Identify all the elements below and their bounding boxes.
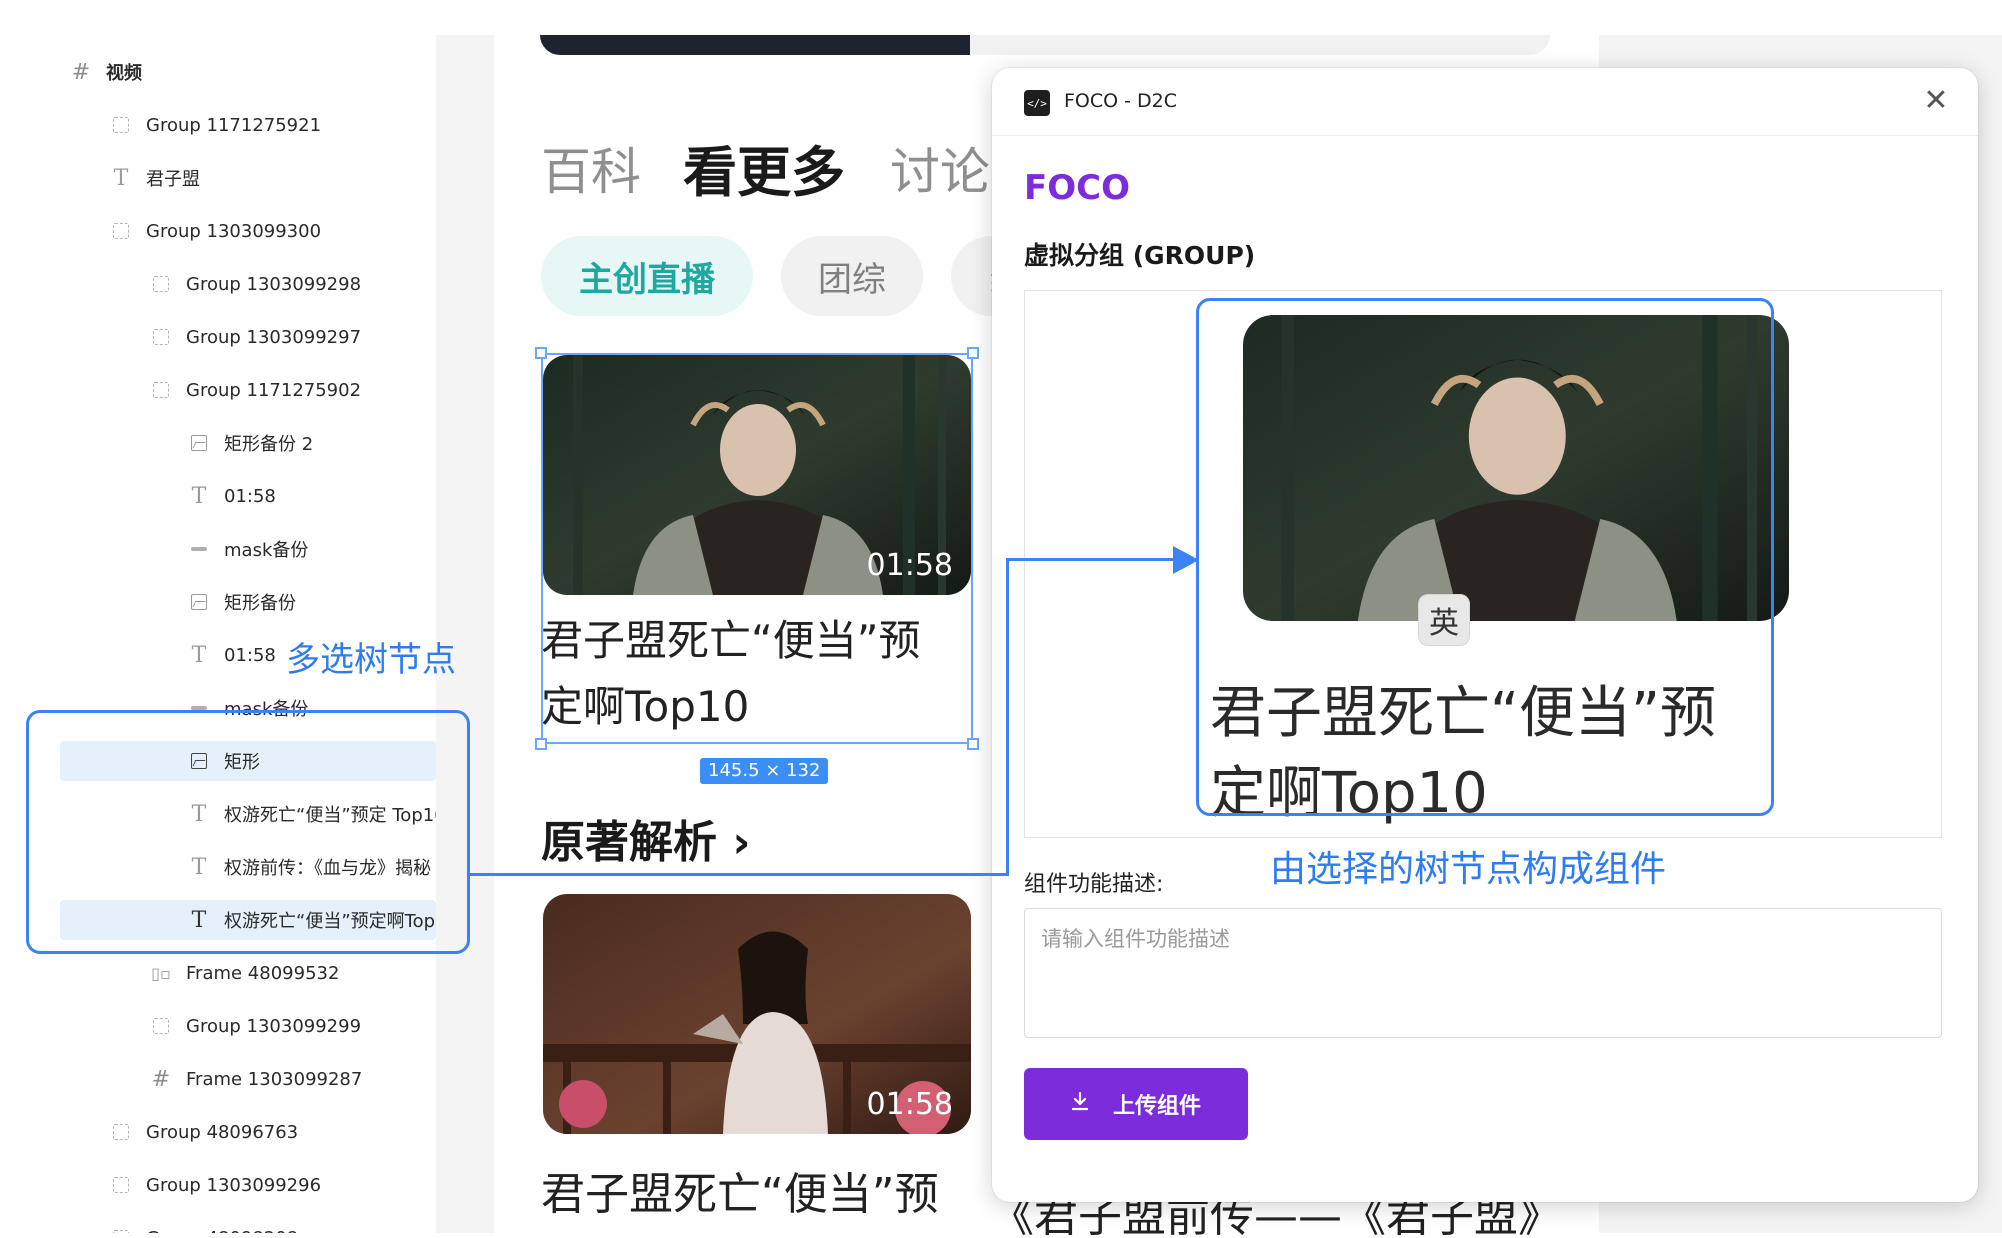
- layer-tree-item[interactable]: Group 48098208: [0, 1218, 436, 1233]
- layer-tree-item-label: 矩形备份 2: [224, 434, 314, 455]
- resize-handle-br[interactable]: [967, 738, 979, 750]
- layer-tree-item[interactable]: Group 1171275902: [0, 370, 436, 410]
- tab-kangengduo[interactable]: 看更多: [683, 128, 845, 207]
- upload-component-label: 上传组件: [1112, 1094, 1201, 1119]
- group-label: 虚拟分组 (GROUP): [1024, 241, 1256, 270]
- annotation-component-label: 由选择的树节点构成组件: [1270, 849, 1667, 890]
- layer-tree-item-label: 01:58: [224, 485, 276, 507]
- plugin-header: </> FOCO - D2C ✕: [992, 68, 1978, 136]
- layer-tree-item-label: Group 1303099300: [146, 220, 322, 242]
- resize-handle-tl[interactable]: [535, 347, 547, 359]
- annotation-connector: [1006, 558, 1184, 561]
- mask-icon: [188, 538, 210, 560]
- video-card-2-thumbnail[interactable]: 01:58: [543, 894, 971, 1134]
- layer-tree-item-label: Group 1303099297: [186, 326, 362, 348]
- layer-tree-item[interactable]: Group 1303099299: [0, 1006, 436, 1046]
- tab-baike[interactable]: 百科: [541, 132, 641, 204]
- layer-tree-item-label: Group 1171275921: [146, 114, 322, 136]
- group-icon: [150, 326, 172, 348]
- text-icon: T: [113, 165, 129, 191]
- layer-tree-item[interactable]: T 01:58: [0, 476, 436, 516]
- code-icon: </>: [1024, 90, 1050, 116]
- layer-tree-item[interactable]: Group 1171275921: [0, 105, 436, 145]
- frame-hash-icon: #: [71, 59, 91, 85]
- description-label: 组件功能描述:: [1024, 872, 1164, 897]
- video-duration: 01:58: [866, 1087, 953, 1122]
- plugin-title: FOCO - D2C: [1064, 90, 1178, 112]
- layer-tree-item-label: 01:58: [224, 644, 276, 666]
- selection-frame: [541, 353, 973, 744]
- group-icon: [110, 114, 132, 136]
- description-input[interactable]: [1024, 908, 1942, 1038]
- layer-tree-item-label: Group 1303099299: [186, 1015, 362, 1037]
- resize-handle-bl[interactable]: [535, 738, 547, 750]
- section-title[interactable]: 原著解析 ›: [541, 806, 750, 870]
- layer-tree-item[interactable]: Group 1303099300: [0, 211, 436, 251]
- text-icon: T: [191, 642, 207, 668]
- size-badge: 145.5 × 132: [700, 758, 829, 784]
- layer-tree-item[interactable]: # Frame 1303099287: [0, 1059, 436, 1099]
- download-arrow-icon: [1071, 1091, 1089, 1117]
- layer-tree-item-label: Group 48096763: [146, 1121, 299, 1143]
- layer-tree-item[interactable]: # 视频: [0, 52, 436, 92]
- video-title-bottom: 君子盟死亡“便当”预: [541, 1169, 939, 1220]
- image-icon: [188, 591, 210, 613]
- group-icon: [110, 1227, 132, 1233]
- layer-tree-item[interactable]: 矩形备份: [0, 582, 436, 622]
- resize-handle-tr[interactable]: [967, 347, 979, 359]
- frame-icon: ▯▫: [151, 963, 171, 983]
- layer-tree-item[interactable]: Group 48096763: [0, 1112, 436, 1152]
- plugin-brand: FOCO: [1024, 168, 1130, 208]
- annotation-multi-select: 多选树节点: [286, 640, 456, 680]
- upload-component-button[interactable]: 上传组件: [1024, 1068, 1248, 1140]
- annotation-connector: [470, 873, 1009, 876]
- image-icon: [188, 432, 210, 454]
- layer-tree-item-label: Group 1303099296: [146, 1174, 322, 1196]
- layer-tree-item[interactable]: Group 1303099298: [0, 264, 436, 304]
- annotation-component-box: [1196, 298, 1774, 816]
- layer-tree-item[interactable]: 矩形备份 2: [0, 423, 436, 463]
- screenshot-root: # 视频 Group 1171275921 T 君子盟 Group 1303099300 G…: [0, 0, 2002, 1238]
- layer-tree-item[interactable]: mask备份: [0, 529, 436, 569]
- layer-tree-item[interactable]: Group 1303099296: [0, 1165, 436, 1205]
- group-icon: [150, 273, 172, 295]
- layer-tree-item-label: Group 48098208: [146, 1228, 298, 1234]
- layer-tree-item[interactable]: ▯▫ Frame 48099532: [0, 953, 436, 993]
- layer-tree-item-label: Group 1171275902: [186, 379, 362, 401]
- pill-tuanzong[interactable]: 团综: [781, 236, 923, 316]
- tab-taolun[interactable]: 讨论: [890, 132, 990, 204]
- layer-tree-item-label: 君子盟: [146, 169, 200, 190]
- layer-tree-item-label: 视频: [106, 63, 142, 84]
- layer-tree-item[interactable]: Group 1303099297: [0, 317, 436, 357]
- group-icon: [150, 379, 172, 401]
- layer-tree-item-label: 矩形备份: [224, 593, 296, 614]
- annotation-connector: [1006, 558, 1009, 876]
- group-icon: [110, 220, 132, 242]
- group-icon: [110, 1174, 132, 1196]
- layer-tree-item-label: Frame 48099532: [186, 962, 340, 984]
- frame-hash-icon: #: [151, 1066, 171, 1092]
- close-icon[interactable]: ✕: [1918, 82, 1954, 118]
- layer-tree-item-label: Frame 1303099287: [186, 1068, 363, 1090]
- layer-tree-item-label: mask备份: [224, 540, 309, 561]
- layer-tree-item[interactable]: T 君子盟: [0, 158, 436, 198]
- group-icon: [150, 1015, 172, 1037]
- layer-tree-item-label: Group 1303099298: [186, 273, 362, 295]
- annotation-selection-box: [26, 710, 470, 954]
- pill-zhuchuang-zhibo[interactable]: 主创直播: [541, 236, 753, 316]
- top-banner-image: [540, 35, 970, 55]
- text-icon: T: [191, 483, 207, 509]
- group-icon: [110, 1121, 132, 1143]
